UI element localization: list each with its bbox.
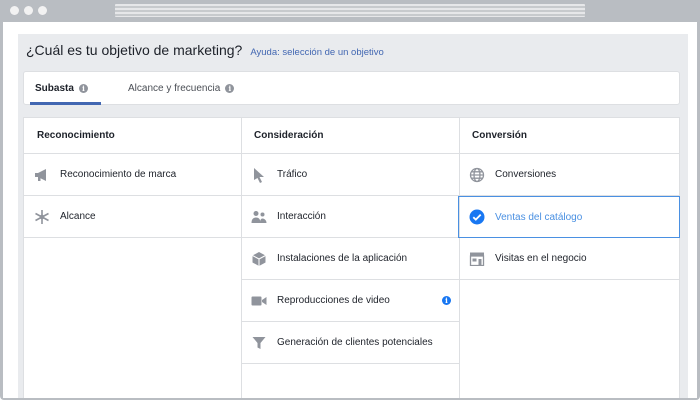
checkmark-circle-icon (469, 209, 485, 225)
cursor-icon (251, 167, 267, 183)
people-icon (251, 209, 267, 225)
address-bar[interactable] (115, 4, 585, 17)
objective-conversions[interactable]: Conversiones (459, 154, 679, 196)
tab-label: Subasta (35, 83, 74, 94)
help-link[interactable]: Ayuda: selección de un objetivo (250, 47, 383, 58)
browser-titlebar (0, 0, 700, 22)
column-header: Reconocimiento (24, 118, 241, 154)
megaphone-icon (34, 167, 50, 183)
objective-lead-generation[interactable]: Generación de clientes potenciales (241, 322, 459, 364)
tab-subasta[interactable]: Subasta i (35, 72, 88, 105)
info-icon[interactable]: i (442, 296, 451, 305)
page-viewport: ¿Cuál es tu objetivo de marketing? Ayuda… (3, 22, 697, 398)
objective-video-views[interactable]: Reproducciones de video i (241, 280, 459, 322)
objective-label: Interacción (277, 211, 326, 222)
objective-catalog-sales[interactable]: Ventas del catálogo (458, 196, 680, 238)
column-conversion: Conversión Conversiones Ventas del catál… (458, 118, 680, 398)
objective-label: Conversiones (495, 169, 557, 180)
browser-frame: ¿Cuál es tu objetivo de marketing? Ayuda… (0, 0, 700, 400)
window-minimize-dot[interactable] (24, 6, 33, 15)
snowflake-icon (34, 209, 50, 225)
objective-brand-awareness[interactable]: Reconocimiento de marca (24, 154, 241, 196)
objective-store-visits[interactable]: Visitas en el negocio (459, 238, 679, 280)
objective-engagement[interactable]: Interacción (241, 196, 459, 238)
objectives-grid: Reconocimiento Reconocimiento de marca A… (23, 117, 680, 398)
active-tab-indicator (30, 102, 101, 105)
column-header: Conversión (459, 118, 679, 154)
objective-panel: ¿Cuál es tu objetivo de marketing? Ayuda… (18, 34, 688, 398)
cube-icon (251, 251, 267, 267)
objective-label: Reproducciones de video (277, 295, 390, 306)
info-icon[interactable]: i (225, 84, 235, 93)
objective-app-installs[interactable]: Instalaciones de la aplicación (241, 238, 459, 280)
tab-alcance-frecuencia[interactable]: Alcance y frecuencia i (128, 72, 235, 105)
page-title: ¿Cuál es tu objetivo de marketing? (26, 42, 243, 58)
info-icon[interactable]: i (78, 84, 88, 93)
funnel-icon (251, 335, 267, 351)
window-maximize-dot[interactable] (38, 6, 47, 15)
objective-traffic[interactable]: Tráfico (241, 154, 459, 196)
heading-row: ¿Cuál es tu objetivo de marketing? Ayuda… (26, 42, 384, 64)
column-header: Consideración (241, 118, 459, 154)
buying-type-tabs: Subasta i Alcance y frecuencia i (23, 71, 680, 105)
objective-label: Instalaciones de la aplicación (277, 253, 408, 264)
store-icon (469, 251, 485, 267)
objective-label: Visitas en el negocio (495, 253, 587, 264)
objective-reach[interactable]: Alcance (24, 196, 241, 238)
window-close-dot[interactable] (10, 6, 19, 15)
objective-label: Generación de clientes potenciales (277, 337, 433, 348)
objective-label: Ventas del catálogo (495, 211, 583, 223)
column-consideracion: Consideración Tráfico Interacción Instal… (241, 118, 459, 398)
tab-label: Alcance y frecuencia (128, 83, 221, 94)
video-camera-icon (251, 293, 267, 309)
objective-label: Tráfico (277, 169, 308, 180)
column-reconocimiento: Reconocimiento Reconocimiento de marca A… (24, 118, 241, 398)
objective-label: Reconocimiento de marca (60, 169, 177, 180)
objective-label: Alcance (60, 211, 96, 222)
globe-icon (469, 167, 485, 183)
